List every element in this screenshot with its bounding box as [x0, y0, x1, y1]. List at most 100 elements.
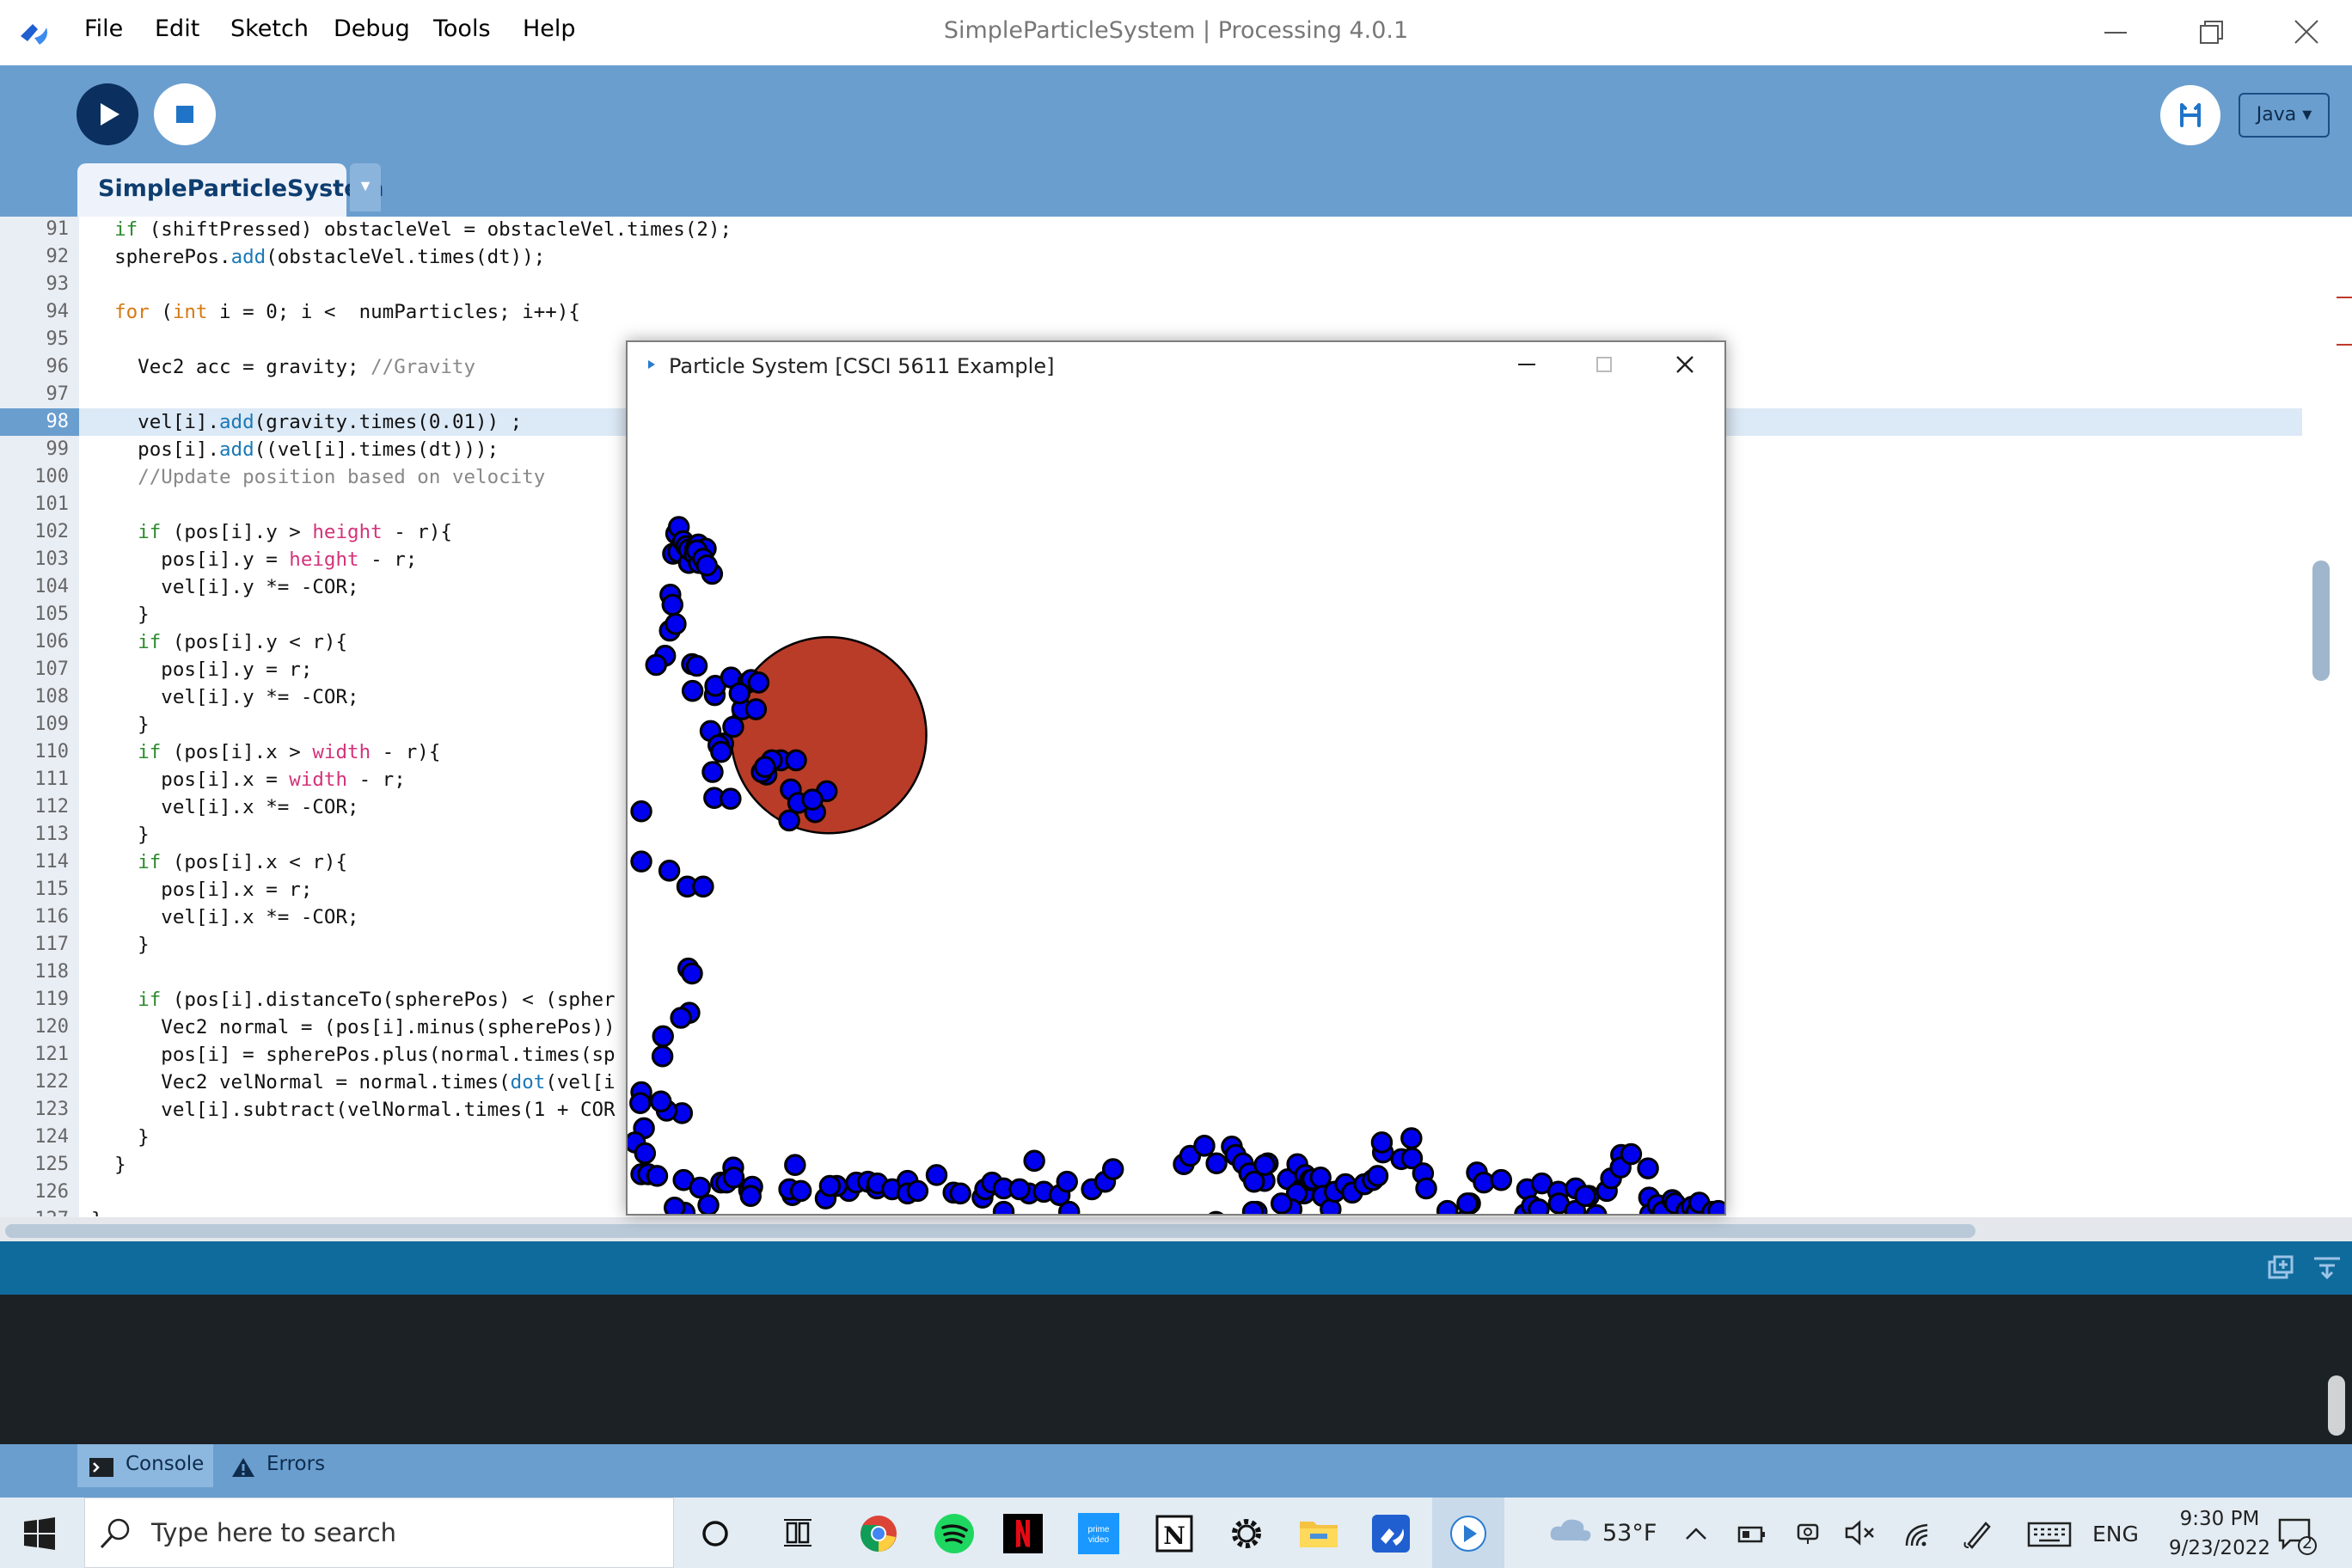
sketch-canvas[interactable]	[628, 385, 1724, 1214]
search-placeholder[interactable]: Type here to search	[151, 1518, 396, 1547]
processing-app-icon[interactable]	[1365, 1508, 1417, 1559]
particle	[1205, 1152, 1228, 1175]
code-line[interactable]: pos[i].x = r;	[91, 876, 312, 903]
maximize-icon[interactable]	[1583, 349, 1625, 380]
particle	[747, 671, 770, 694]
code-line[interactable]: pos[i].x = width - r;	[91, 766, 406, 793]
code-line[interactable]: vel[i].x *= -COR;	[91, 793, 358, 821]
particle	[1490, 1168, 1513, 1191]
particle	[670, 1007, 692, 1029]
task-view-icon[interactable]	[772, 1508, 824, 1559]
code-line[interactable]: if (pos[i].x < r){	[91, 848, 347, 876]
chrome-icon[interactable]	[853, 1508, 904, 1559]
code-line[interactable]: pos[i].add((vel[i].times(dt)));	[91, 436, 499, 463]
minimize-icon[interactable]	[1506, 349, 1547, 380]
clock-time[interactable]: 9:30 PM	[2166, 1508, 2273, 1530]
particle	[1400, 1127, 1423, 1149]
code-line[interactable]: }	[91, 711, 150, 738]
particle	[818, 1174, 842, 1197]
pen-workspace-icon[interactable]	[1960, 1516, 1994, 1551]
particle	[652, 1025, 674, 1048]
console-tab-label[interactable]: Console	[126, 1453, 204, 1487]
volume-muted-icon[interactable]	[1843, 1518, 1877, 1547]
console-scrollbar-thumb[interactable]	[2328, 1375, 2345, 1436]
tab-simpleparticlesystem[interactable]: SimpleParticleSystem	[77, 163, 384, 217]
scrollbar-thumb[interactable]	[5, 1224, 1975, 1238]
debugger-icon[interactable]	[2159, 84, 2221, 146]
error-marker[interactable]	[2337, 297, 2352, 298]
copy-icon[interactable]	[2266, 1255, 2295, 1281]
code-line[interactable]: Vec2 normal = (pos[i].minus(spherePos))	[91, 1014, 615, 1041]
particle	[685, 654, 708, 677]
sketch-app-icon[interactable]	[1442, 1508, 1494, 1559]
code-line[interactable]: pos[i] = spherePos.plus(normal.times(sp	[91, 1041, 615, 1069]
particle	[992, 1200, 1015, 1214]
tab-menu-chevron-icon[interactable]: ▼	[350, 163, 381, 211]
code-line[interactable]: for (int i = 0; i < numParticles; i++){	[91, 298, 580, 326]
particle	[634, 1142, 657, 1165]
mode-selector[interactable]: Java ▾	[2239, 93, 2330, 138]
particle	[661, 593, 684, 616]
code-line[interactable]: Vec2 velNormal = normal.times(dot(vel[i	[91, 1069, 615, 1096]
code-line[interactable]: }	[91, 1124, 150, 1151]
error-marker[interactable]	[2337, 344, 2352, 346]
code-line[interactable]: if (pos[i].x > width - r){	[91, 738, 440, 766]
console-output[interactable]	[0, 1295, 2352, 1444]
code-line[interactable]: }	[91, 1206, 103, 1216]
code-line[interactable]: vel[i].y *= -COR;	[91, 573, 358, 601]
editor-vertical-scrollbar[interactable]	[2302, 217, 2352, 1217]
particle	[754, 756, 776, 778]
sketch-window-title: Particle System [CSCI 5611 Example]	[669, 354, 1055, 378]
weather-temperature[interactable]: 53°F	[1602, 1520, 1657, 1547]
particle	[784, 1154, 806, 1176]
code-line[interactable]: //Update position based on velocity	[91, 463, 545, 491]
chevron-up-icon[interactable]	[1681, 1523, 1711, 1544]
wifi-icon[interactable]	[1902, 1516, 1936, 1551]
scrollbar-thumb[interactable]	[2312, 560, 2330, 681]
code-line[interactable]: }	[91, 1151, 126, 1179]
code-line[interactable]: if (shiftPressed) obstacleVel = obstacle…	[91, 216, 732, 243]
minimize-icon[interactable]	[2079, 9, 2154, 57]
particle	[646, 1165, 669, 1187]
netflix-icon[interactable]	[997, 1508, 1049, 1559]
code-line[interactable]: if (pos[i].distanceTo(spherePos) < (sphe…	[91, 986, 615, 1014]
code-line[interactable]: Vec2 acc = gravity; //Gravity	[91, 353, 475, 381]
code-line[interactable]: pos[i].y = height - r;	[91, 546, 417, 573]
settings-gear-icon[interactable]	[1221, 1508, 1272, 1559]
code-line[interactable]: if (pos[i].y > height - r){	[91, 518, 452, 546]
spotify-icon[interactable]	[928, 1508, 980, 1559]
code-line[interactable]: spherePos.add(obstacleVel.times(dt));	[91, 243, 545, 271]
code-line[interactable]: vel[i].y *= -COR;	[91, 683, 358, 711]
code-line[interactable]: }	[91, 931, 150, 959]
particle	[1370, 1131, 1393, 1154]
battery-icon[interactable]	[1736, 1523, 1767, 1546]
code-line[interactable]: if (pos[i].y < r){	[91, 628, 347, 656]
prime-video-icon[interactable]: primevideo	[1073, 1508, 1124, 1559]
code-line[interactable]: vel[i].add(gravity.times(0.01)) ;	[91, 408, 522, 436]
stop-button[interactable]	[153, 83, 217, 146]
clock-date[interactable]: 9/23/2022	[2156, 1537, 2283, 1559]
close-icon[interactable]	[1664, 349, 1706, 380]
touch-keyboard-icon[interactable]	[2027, 1522, 2072, 1547]
file-explorer-icon[interactable]	[1293, 1508, 1344, 1559]
code-line[interactable]: pos[i].y = r;	[91, 656, 312, 683]
language-indicator[interactable]: ENG	[2092, 1522, 2139, 1547]
close-icon[interactable]	[2268, 9, 2343, 57]
notion-icon[interactable]: N	[1148, 1508, 1200, 1559]
code-line[interactable]: }	[91, 601, 150, 628]
particle	[1056, 1170, 1078, 1193]
collapse-console-icon[interactable]	[2312, 1255, 2342, 1281]
cortana-icon[interactable]	[689, 1508, 741, 1559]
warning-icon	[232, 1458, 254, 1477]
errors-tab[interactable]: Errors	[266, 1453, 325, 1487]
weather-cloud-icon[interactable]	[1547, 1515, 1594, 1546]
svg-text:N: N	[1163, 1522, 1185, 1550]
windows-start-icon[interactable]	[22, 1516, 57, 1551]
code-line[interactable]: vel[i].subtract(velNormal.times(1 + COR	[91, 1096, 615, 1124]
code-line[interactable]: }	[91, 821, 150, 848]
run-button[interactable]	[76, 83, 139, 146]
code-line[interactable]: vel[i].x *= -COR;	[91, 903, 358, 931]
obstacle-sphere[interactable]	[730, 635, 928, 835]
webcam-icon[interactable]	[1793, 1518, 1822, 1547]
restore-icon[interactable]	[2173, 9, 2249, 57]
